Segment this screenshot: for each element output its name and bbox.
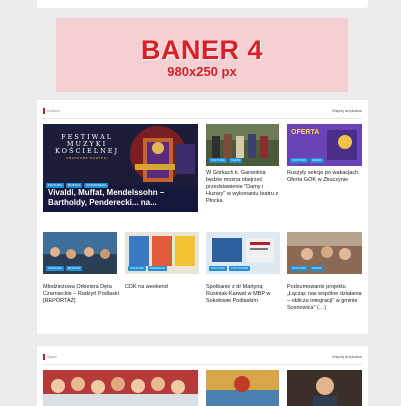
feature-image: [43, 370, 198, 406]
article-title[interactable]: Spotkanie z dr Martyną Rusiniak-Karwat w…: [206, 284, 282, 305]
feature-article[interactable]: FESTIWAL MUZYKI KOŚCIELNEJ GRZEGORZ NOWI…: [43, 124, 198, 212]
article-thumbnail[interactable]: KULTURA WEEKEND: [125, 232, 199, 274]
poster-text: OFERTA: [291, 129, 320, 136]
article-title[interactable]: Młodzieżowa Orkiestra Dęta Czarnieckie –…: [43, 284, 119, 305]
article-thumbnail[interactable]: KULTURA TEATR: [206, 124, 279, 166]
article-image: [287, 370, 362, 406]
feature-title[interactable]: Vivaldi, Muffat, Mendelssohn – Bartholdy…: [48, 188, 193, 208]
section-header: Kultura Więcej artykułów: [43, 108, 362, 119]
poster-text: FESTIWAL MUZYKI KOŚCIELNEJ GRZEGORZ NOWI…: [55, 134, 119, 162]
banner-size: 980x250 px: [167, 64, 237, 79]
article-title[interactable]: CDK na weekend: [125, 284, 201, 291]
category-badge[interactable]: KULTURA: [128, 266, 146, 271]
category-badge[interactable]: GMINA: [309, 266, 324, 271]
article-thumbnail[interactable]: KULTURA GMINA: [287, 232, 362, 274]
article-thumbnail[interactable]: KULTURA MUZYKA: [43, 232, 117, 274]
article-image: [206, 370, 279, 406]
category-badge[interactable]: TEATR: [228, 158, 243, 163]
more-articles-link[interactable]: Więcej artykułów: [332, 108, 362, 114]
article-badges: KULTURA TEATR: [209, 158, 243, 163]
article-badges: KULTURA MUZYKA: [46, 266, 83, 271]
banner-title: BANER 4: [140, 35, 264, 65]
article-thumbnail[interactable]: OFERTA KULTURA GMINA: [287, 124, 362, 166]
article-title[interactable]: W Górkach k. Garwolina będzie można obej…: [206, 170, 281, 205]
category-badge[interactable]: WEEKEND: [147, 266, 167, 271]
section-label: Sport: [43, 354, 57, 360]
category-badge[interactable]: MUZYKA: [65, 266, 83, 271]
section-header: Sport Więcej artykułów: [43, 354, 362, 365]
article-thumbnail[interactable]: [206, 370, 279, 406]
ad-banner[interactable]: BANER 4 980x250 px: [56, 18, 348, 92]
category-badge[interactable]: SPOTKANIE: [228, 266, 250, 271]
feature-article[interactable]: [43, 370, 198, 406]
poster-sub: GRZEGORZ NOWICKI: [65, 156, 109, 160]
poster-line3: KOŚCIELNEJ: [55, 147, 120, 155]
category-badge[interactable]: GMINA: [309, 158, 324, 163]
news-section-sport: Sport Więcej artykułów: [37, 346, 368, 406]
article-badges: KULTURA SPOTKANIE: [209, 266, 250, 271]
category-badge[interactable]: KULTURA: [209, 266, 227, 271]
news-section-culture: Kultura Więcej artykułów FESTIWAL MUZYKI…: [37, 100, 368, 334]
article-badges: KULTURA WEEKEND: [128, 266, 167, 271]
article-title[interactable]: Podsumowanie projektu „Łącząc nas wspóln…: [287, 284, 363, 312]
category-badge[interactable]: KULTURA: [46, 266, 64, 271]
article-thumbnail[interactable]: [287, 370, 362, 406]
category-badge[interactable]: KULTURA: [290, 158, 308, 163]
article-title[interactable]: Ruszyły sekcje po wakacjach. Oferta GOK …: [287, 170, 363, 184]
article-thumbnail[interactable]: KULTURA SPOTKANIE: [206, 232, 280, 274]
more-articles-link[interactable]: Więcej artykułów: [332, 354, 362, 360]
article-badges: KULTURA GMINA: [290, 266, 324, 271]
category-badge[interactable]: KULTURA: [290, 266, 308, 271]
top-strip: [37, 0, 368, 8]
article-badges: KULTURA GMINA: [290, 158, 324, 163]
category-badge[interactable]: KULTURA: [209, 158, 227, 163]
section-label: Kultura: [43, 108, 60, 114]
